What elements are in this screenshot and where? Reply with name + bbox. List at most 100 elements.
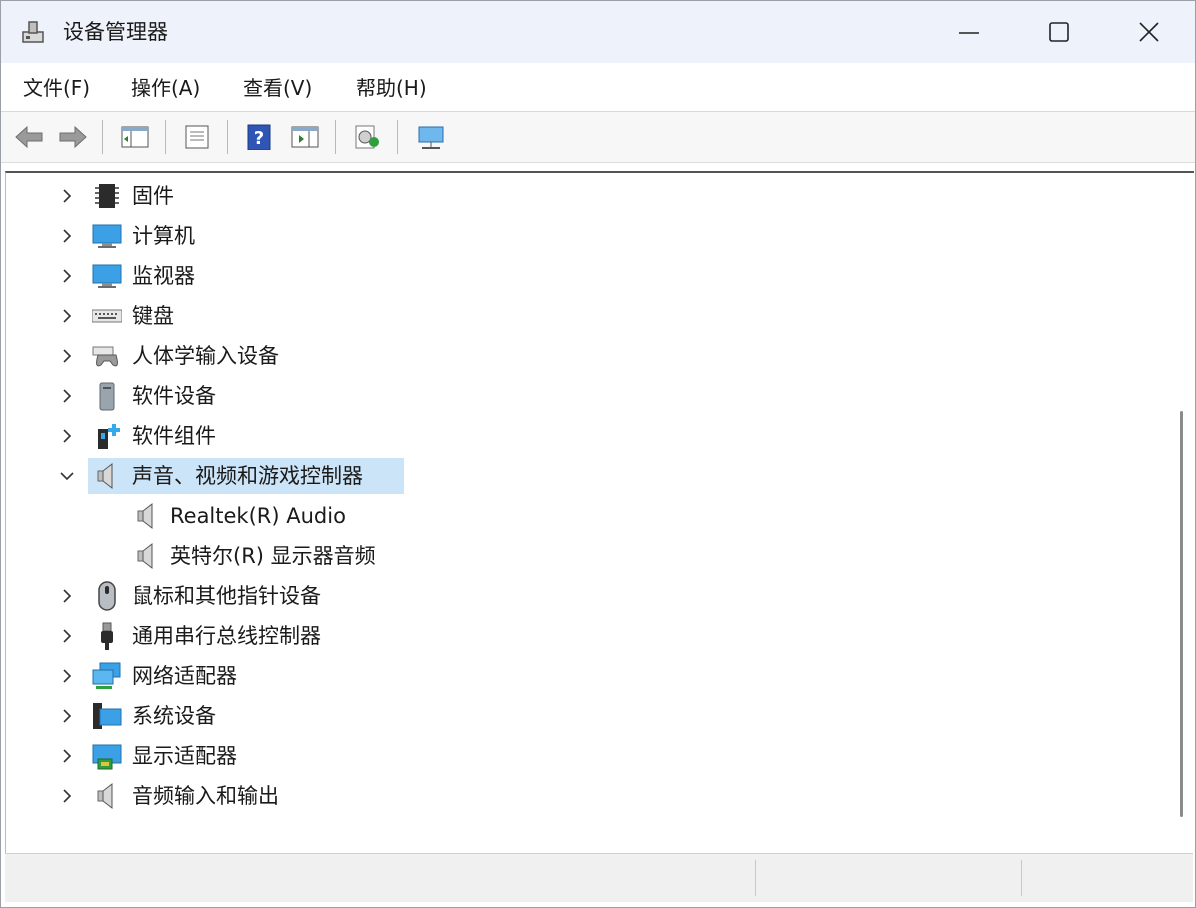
status-bar-divider	[1021, 860, 1022, 896]
chevron-right-icon[interactable]	[58, 587, 76, 605]
tree-item-label: 监视器	[132, 264, 195, 288]
tree-item-label: 英特尔(R) 显示器音频	[170, 544, 376, 568]
chevron-right-icon[interactable]	[58, 667, 76, 685]
action-pane-button[interactable]	[287, 121, 321, 153]
help-button[interactable]: ?	[241, 121, 275, 153]
monitor-device-button[interactable]	[413, 121, 447, 153]
software-device-icon	[92, 381, 122, 411]
system-device-icon	[92, 701, 122, 731]
chevron-right-icon[interactable]	[58, 307, 76, 325]
tree-item-label: 固件	[132, 184, 174, 208]
firmware-chip-icon	[92, 181, 122, 211]
forward-arrow-icon	[59, 125, 87, 149]
tree-item-keyboards[interactable]: 键盘	[6, 297, 1156, 335]
show-hide-console-tree-button[interactable]	[117, 121, 151, 153]
menu-file[interactable]: 文件(F)	[21, 72, 92, 104]
tree-item-label: 显示适配器	[132, 744, 237, 768]
menu-view[interactable]: 查看(V)	[241, 72, 314, 104]
tree-item-software-devices[interactable]: 软件设备	[6, 377, 1156, 415]
toolbar-separator	[165, 120, 166, 154]
tree-item-system-devices[interactable]: 系统设备	[6, 697, 1156, 735]
tree-item-firmware[interactable]: 固件	[6, 177, 1156, 215]
tree-item-computer[interactable]: 计算机	[6, 217, 1156, 255]
device-tree-panel: 固件 计算机 监视器 键盘 人体学输入设备 软件设备 软件组件 声音、视频和游戏…	[5, 171, 1194, 853]
toolbar-separator	[102, 120, 103, 154]
chevron-down-icon[interactable]	[58, 467, 76, 485]
chevron-right-icon[interactable]	[58, 187, 76, 205]
tree-item-usb-controllers[interactable]: 通用串行总线控制器	[6, 617, 1156, 655]
scrollbar-thumb[interactable]	[1180, 411, 1183, 817]
tree-item-label: 鼠标和其他指针设备	[132, 584, 321, 608]
tree-item-monitors[interactable]: 监视器	[6, 257, 1156, 295]
tree-item-software-components[interactable]: 软件组件	[6, 417, 1156, 455]
tree-item-label: 软件设备	[132, 384, 216, 408]
speaker-icon	[92, 781, 122, 811]
tree-item-label: 计算机	[132, 224, 195, 248]
tree-item-label: 键盘	[132, 304, 174, 328]
forward-button[interactable]	[55, 121, 89, 153]
device-manager-app-icon	[19, 18, 47, 46]
minimize-icon	[959, 32, 979, 34]
toolbar-separator	[227, 120, 228, 154]
menu-action[interactable]: 操作(A)	[129, 72, 202, 104]
tree-item-label: 人体学输入设备	[132, 344, 279, 368]
vertical-scrollbar[interactable]	[1174, 173, 1192, 853]
chevron-right-icon[interactable]	[58, 787, 76, 805]
svg-text:?: ?	[254, 128, 264, 149]
tree-item-hid[interactable]: 人体学输入设备	[6, 337, 1156, 375]
device-manager-window: 设备管理器 文件(F) 操作(A) 查看(V) 帮助(H) ? 固件 计算机 监…	[0, 0, 1196, 908]
scan-hardware-changes-icon	[355, 125, 379, 149]
tree-item-display-adapters[interactable]: 显示适配器	[6, 737, 1156, 775]
monitor-icon	[92, 261, 122, 291]
tree-item-sound-video-game-controllers[interactable]: 声音、视频和游戏控制器	[6, 457, 1156, 495]
tree-item-label: 系统设备	[132, 704, 216, 728]
tree-item-network-adapters[interactable]: 网络适配器	[6, 657, 1156, 695]
network-adapter-icon	[92, 661, 122, 691]
chevron-right-icon[interactable]	[58, 227, 76, 245]
chevron-right-icon[interactable]	[58, 347, 76, 365]
maximize-button[interactable]	[1013, 1, 1105, 63]
tree-child-intel-display-audio[interactable]: 英特尔(R) 显示器音频	[6, 537, 1156, 575]
properties-button[interactable]	[179, 121, 213, 153]
back-button[interactable]	[11, 121, 45, 153]
window-title: 设备管理器	[63, 20, 168, 44]
tree-item-audio-inputs-outputs[interactable]: 音频输入和输出	[6, 777, 1156, 815]
scan-hardware-changes-button[interactable]	[349, 121, 383, 153]
chevron-right-icon[interactable]	[58, 387, 76, 405]
speaker-icon	[132, 501, 162, 531]
title-bar[interactable]: 设备管理器	[1, 1, 1195, 63]
chevron-right-icon[interactable]	[58, 707, 76, 725]
keyboard-icon	[91, 301, 123, 331]
chevron-right-icon[interactable]	[58, 747, 76, 765]
tree-item-label: Realtek(R) Audio	[170, 504, 346, 528]
device-tree: 固件 计算机 监视器 键盘 人体学输入设备 软件设备 软件组件 声音、视频和游戏…	[6, 173, 1166, 853]
show-hide-console-tree-icon	[121, 126, 149, 148]
status-bar-divider	[755, 860, 756, 896]
tree-item-mice[interactable]: 鼠标和其他指针设备	[6, 577, 1156, 615]
speaker-icon	[92, 461, 122, 491]
software-component-icon	[92, 421, 122, 451]
menu-bar: 文件(F) 操作(A) 查看(V) 帮助(H)	[1, 63, 1195, 112]
minimize-button[interactable]	[923, 1, 1015, 63]
display-adapter-icon	[92, 741, 122, 771]
chevron-right-icon[interactable]	[58, 427, 76, 445]
hid-gamepad-icon	[92, 341, 122, 371]
help-icon: ?	[247, 124, 271, 150]
tree-item-label: 软件组件	[132, 424, 216, 448]
usb-plug-icon	[92, 621, 122, 651]
chevron-right-icon[interactable]	[58, 267, 76, 285]
chevron-right-icon[interactable]	[58, 627, 76, 645]
tree-item-label: 通用串行总线控制器	[132, 624, 321, 648]
tree-item-label: 网络适配器	[132, 664, 237, 688]
close-button[interactable]	[1103, 1, 1195, 63]
properties-icon	[185, 125, 209, 149]
status-bar	[5, 853, 1193, 902]
monitor-device-icon	[418, 126, 444, 149]
computer-icon	[92, 221, 122, 251]
back-arrow-icon	[15, 125, 43, 149]
tree-child-realtek-audio[interactable]: Realtek(R) Audio	[6, 497, 1156, 535]
action-pane-icon	[291, 126, 319, 148]
maximize-icon	[1049, 22, 1069, 42]
toolbar-separator	[397, 120, 398, 154]
menu-help[interactable]: 帮助(H)	[354, 72, 429, 104]
